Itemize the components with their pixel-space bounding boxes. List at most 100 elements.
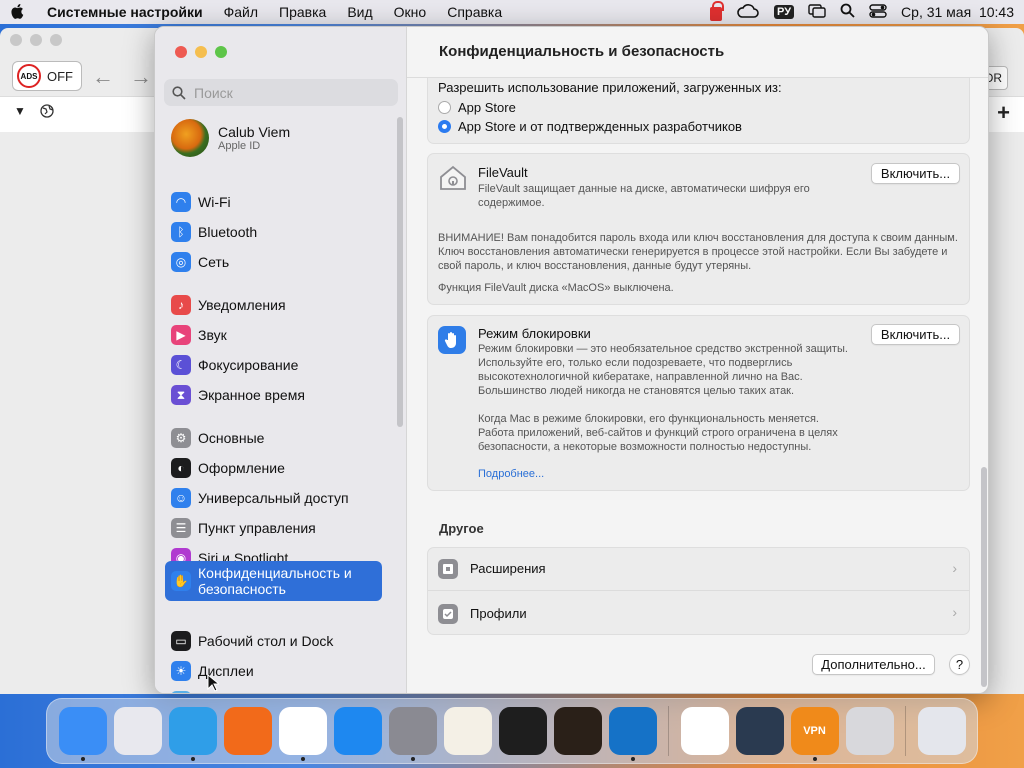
sidebar-item-control-center[interactable]: ☰ Пункт управления: [165, 514, 382, 542]
dock-safari-icon[interactable]: [168, 707, 217, 761]
adblock-toggle-button[interactable]: ADS OFF: [12, 61, 82, 91]
bell-icon: ♪: [171, 295, 191, 315]
close-button[interactable]: [175, 46, 187, 58]
menu-view[interactable]: Вид: [347, 4, 372, 20]
sidebar-item-accessibility[interactable]: ☺ Универсальный доступ: [165, 484, 382, 512]
running-indicator: [300, 757, 305, 761]
sidebar-item-bell[interactable]: ♪ Уведомления: [165, 291, 382, 319]
help-button[interactable]: ?: [949, 654, 970, 675]
input-language-indicator[interactable]: РУ: [774, 5, 795, 19]
sidebar-item-gear[interactable]: ⚙ Основные: [165, 424, 382, 452]
dock-remote-desktop-icon[interactable]: [680, 707, 729, 755]
spotlight-search-icon[interactable]: [840, 3, 855, 21]
browser-zoom-button[interactable]: [50, 34, 62, 46]
dock-finder-icon[interactable]: [58, 707, 107, 761]
sidebar-item-bluetooth[interactable]: ᛒ Bluetooth: [165, 218, 382, 246]
sun-icon: ☀: [171, 661, 191, 681]
sidebar-item-globe[interactable]: ◎ Сеть: [165, 248, 382, 276]
dock-system-settings-icon[interactable]: [388, 707, 437, 761]
dock-trash-icon[interactable]: [917, 707, 966, 755]
lockdown-learn-more-link[interactable]: Подробнее...: [478, 468, 544, 480]
radio-button[interactable]: [438, 101, 451, 114]
dropdown-triangle-icon[interactable]: ▼: [14, 104, 26, 118]
sidebar-item-hand[interactable]: ✋ Конфиденциальность и безопасность: [165, 561, 382, 601]
sidebar-search[interactable]: [164, 79, 398, 106]
sidebar-item-moon[interactable]: ☾ Фокусирование: [165, 351, 382, 379]
settings-window: Calub Viem Apple ID ◠ Wi-Fi ᛒ Bluetooth ◎ Сет…: [154, 26, 989, 694]
dock-vs-code-icon[interactable]: [608, 707, 657, 761]
menu-file[interactable]: Файл: [224, 4, 258, 20]
desktop-icon: ▭: [171, 631, 191, 651]
lockdown-enable-button[interactable]: Включить...: [871, 324, 960, 345]
sidebar-item-desktop[interactable]: ▭ Рабочий стол и Dock: [165, 627, 382, 655]
sidebar-item-appearance[interactable]: ◐ Оформление: [165, 454, 382, 482]
dock-terminal-icon[interactable]: [498, 707, 547, 755]
lockdown-title: Режим блокировки: [478, 326, 591, 341]
running-indicator: [190, 757, 195, 761]
radio-label: App Store: [458, 100, 516, 115]
windows-icon[interactable]: [808, 3, 826, 21]
sidebar-item-label: Конфиденциальность и безопасность: [198, 565, 352, 597]
appearance-icon: ◐: [171, 458, 191, 478]
sidebar-item-label: Фокусирование: [198, 357, 299, 373]
cloud-icon[interactable]: [736, 3, 760, 22]
apple-menu-icon[interactable]: [10, 4, 26, 20]
sidebar-item-wallpaper[interactable]: ❄Обои: [165, 687, 382, 693]
lockdown-section: Режим блокировки Режим блокировки — это …: [427, 315, 970, 491]
menu-edit[interactable]: Правка: [279, 4, 326, 20]
extensions-row[interactable]: Расширения ›: [428, 548, 969, 591]
filevault-section: FileVault FileVault защищает данные на д…: [427, 153, 970, 305]
back-arrow-icon[interactable]: ←: [92, 64, 114, 90]
sidebar-item-wifi[interactable]: ◠ Wi-Fi: [165, 188, 382, 216]
lock-status-icon[interactable]: [710, 1, 724, 21]
control-center-icon: ☰: [171, 518, 191, 538]
forward-arrow-icon[interactable]: →: [130, 64, 152, 90]
dock-app-store-icon[interactable]: [333, 707, 382, 755]
dock-vpn-icon[interactable]: VPN: [790, 707, 839, 761]
adblock-state-label: OFF: [47, 68, 73, 84]
gear-icon: ⚙: [171, 428, 191, 448]
sidebar-item-sun[interactable]: ☀ Дисплеи: [165, 657, 382, 685]
running-indicator: [410, 757, 415, 761]
dock-launchpad-icon[interactable]: [113, 707, 162, 755]
other-section: Расширения › Профили ›: [427, 547, 970, 635]
radio-app-store[interactable]: App Store: [438, 100, 516, 115]
dock-installer-icon[interactable]: [845, 707, 894, 755]
sidebar-item-label: Рабочий стол и Dock: [198, 633, 334, 649]
dock-firefox-icon[interactable]: [223, 707, 272, 755]
dock-chrome-icon[interactable]: [278, 707, 327, 761]
sidebar-item-label: Экранное время: [198, 387, 305, 403]
menu-app-name[interactable]: Системные настройки: [47, 4, 203, 20]
filevault-enable-button[interactable]: Включить...: [871, 163, 960, 184]
apple-id-account[interactable]: Calub Viem Apple ID: [171, 119, 290, 157]
menu-help[interactable]: Справка: [447, 4, 502, 20]
dock: VPN: [46, 698, 978, 764]
globe-icon[interactable]: [40, 104, 54, 121]
advanced-button[interactable]: Дополнительно...: [812, 654, 935, 675]
radio-app-store-and-developers[interactable]: App Store и от подтвержденных разработчи…: [438, 119, 742, 134]
radio-button-selected[interactable]: [438, 120, 451, 133]
user-name: Calub Viem: [218, 124, 291, 140]
pane-header: Конфиденциальность и безопасность: [407, 27, 988, 78]
allow-apps-title: Разрешить использование приложений, загр…: [438, 80, 782, 95]
dock-network-radar-icon[interactable]: [735, 707, 784, 755]
menu-window[interactable]: Окно: [394, 4, 427, 20]
menu-clock[interactable]: Ср, 31 мая 10:43: [901, 4, 1014, 20]
browser-close-button[interactable]: [10, 34, 22, 46]
minimize-button[interactable]: [195, 46, 207, 58]
main-scrollbar[interactable]: [981, 467, 987, 687]
dock-textedit-icon[interactable]: [443, 707, 492, 755]
new-tab-plus-icon[interactable]: +: [997, 100, 1010, 126]
zoom-button[interactable]: [215, 46, 227, 58]
sidebar-item-hourglass[interactable]: ⧗ Экранное время: [165, 381, 382, 409]
sidebar-item-speaker[interactable]: ▶ Звук: [165, 321, 382, 349]
wallpaper-icon: ❄: [171, 691, 191, 693]
chevron-right-icon: ›: [952, 560, 957, 576]
dock-garageband-icon[interactable]: [553, 707, 602, 755]
search-input[interactable]: [194, 84, 384, 101]
profiles-row[interactable]: Профили ›: [428, 592, 969, 635]
sidebar-scrollbar[interactable]: [397, 117, 403, 427]
browser-minimize-button[interactable]: [30, 34, 42, 46]
running-indicator: [812, 757, 817, 761]
control-center-icon[interactable]: [869, 3, 887, 21]
